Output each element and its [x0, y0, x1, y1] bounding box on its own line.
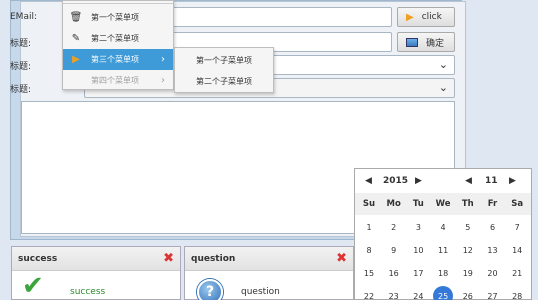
calendar-day[interactable]: 6	[481, 216, 505, 238]
success-message: success	[70, 287, 106, 297]
question-card-header: question ✖	[185, 247, 353, 271]
question-icon: ?	[197, 279, 223, 300]
menu-item-2[interactable]: ✎ 第二个菜单项	[63, 28, 173, 49]
menu-item-4[interactable]: 第四个菜单项 ›	[63, 70, 173, 91]
email-row: EMail:	[10, 7, 70, 27]
weekday-label: Sa	[511, 199, 524, 209]
success-card: success ✖ ✔ success	[11, 246, 181, 300]
weekday-label: Mo	[386, 199, 401, 209]
calendar-day[interactable]: 1	[357, 216, 381, 238]
checkmark-icon: ✔	[22, 271, 44, 300]
calendar-day[interactable]: 23	[382, 285, 406, 300]
play-icon: ▶	[406, 11, 414, 23]
menu-item-label: 第三个菜单项	[91, 55, 139, 64]
submenu: 第一个子菜单项 第二个子菜单项	[174, 47, 274, 93]
email-label: EMail:	[10, 12, 37, 22]
calendar-header: ◀ 2015 ▶ ◀ 11 ▶	[355, 169, 531, 193]
question-card-body: ? question	[185, 271, 353, 300]
confirm-button[interactable]: 确定	[397, 32, 455, 52]
weekday-label: Fr	[487, 199, 498, 209]
play-icon: ▶	[72, 54, 80, 65]
calendar-day[interactable]: 8	[357, 239, 381, 261]
title-label-2: 标题:	[10, 61, 32, 72]
submenu-item-2[interactable]: 第二个子菜单项	[175, 71, 273, 92]
weekday-label: Th	[461, 199, 474, 209]
success-card-body: ✔ success	[12, 271, 180, 300]
menu-item-1[interactable]: 🗑 第一个菜单项	[63, 7, 173, 28]
prev-year-icon[interactable]: ◀	[365, 176, 372, 186]
next-year-icon[interactable]: ▶	[415, 176, 422, 186]
title-label-1: 标题:	[10, 38, 32, 49]
chevron-right-icon: ›	[161, 54, 165, 65]
next-month-icon[interactable]: ▶	[509, 176, 516, 186]
close-icon[interactable]: ✖	[163, 251, 174, 266]
calendar-day[interactable]: 3	[406, 216, 430, 238]
calendar-day[interactable]: 18	[431, 262, 455, 284]
calendar-day[interactable]: 17	[406, 262, 430, 284]
calendar-day[interactable]: 20	[481, 262, 505, 284]
click-button-label: click	[421, 12, 442, 22]
weekday-label: Su	[362, 199, 376, 209]
confirm-button-label: 确定	[426, 38, 445, 49]
calendar-day[interactable]: 4	[431, 216, 455, 238]
calendar-day[interactable]: 22	[357, 285, 381, 300]
calendar-day[interactable]: 13	[481, 239, 505, 261]
menu-divider	[63, 3, 173, 4]
question-message: question	[241, 287, 280, 297]
calendar-weekday-row: Su Mo Tu We Th Fr Sa	[355, 193, 531, 215]
calendar-day[interactable]: 14	[505, 239, 529, 261]
success-card-title: success	[18, 253, 58, 264]
calendar-day[interactable]: 28	[505, 285, 529, 300]
calendar-day[interactable]: 10	[406, 239, 430, 261]
title-row-1: 标题:	[10, 32, 70, 52]
calendar: ◀ 2015 ▶ ◀ 11 ▶ Su Mo Tu We Th Fr Sa 123456789…	[354, 168, 532, 300]
calendar-day[interactable]: 24	[406, 285, 430, 300]
email-field[interactable]	[160, 7, 392, 27]
calendar-day[interactable]: 5	[456, 216, 480, 238]
calendar-day[interactable]: 12	[456, 239, 480, 261]
calendar-day[interactable]: 16	[382, 262, 406, 284]
chevron-down-icon: ⌄	[438, 81, 448, 94]
image-icon	[406, 37, 418, 47]
trash-icon: 🗑	[69, 12, 83, 23]
weekday-label: Tu	[412, 199, 424, 209]
calendar-day[interactable]: 15	[357, 262, 381, 284]
close-icon[interactable]: ✖	[336, 251, 347, 266]
title-row-3: 标题:	[10, 78, 70, 98]
title-row-2: 标题:	[10, 55, 70, 75]
menu-item-label: 第四个菜单项	[91, 76, 139, 85]
menu-item-label: 第一个菜单项	[91, 13, 139, 22]
chevron-right-icon: ›	[161, 75, 165, 86]
calendar-day[interactable]: 27	[481, 285, 505, 300]
context-menu: 🗑 第一个菜单项 ✎ 第二个菜单项 ▶ 第三个菜单项 › 第四个菜单项 ›	[62, 0, 174, 90]
calendar-day[interactable]: 9	[382, 239, 406, 261]
chevron-down-icon: ⌄	[438, 58, 448, 71]
menu-item-label: 第二个菜单项	[91, 34, 139, 43]
calendar-month[interactable]: 11	[485, 176, 498, 186]
question-card-title: question	[191, 253, 236, 264]
weekday-label: We	[435, 199, 451, 209]
title-label-3: 标题:	[10, 84, 32, 95]
edit-icon: ✎	[71, 33, 81, 44]
prev-month-icon[interactable]: ◀	[465, 176, 472, 186]
calendar-day[interactable]: 2	[382, 216, 406, 238]
question-card: question ✖ ? question	[184, 246, 354, 300]
calendar-day-selected[interactable]: 25	[431, 285, 455, 300]
calendar-day[interactable]: 7	[505, 216, 529, 238]
calendar-day[interactable]: 21	[505, 262, 529, 284]
success-card-header: success ✖	[12, 247, 180, 271]
calendar-day[interactable]: 26	[456, 285, 480, 300]
submenu-item-1[interactable]: 第一个子菜单项	[175, 50, 273, 71]
calendar-day[interactable]: 19	[456, 262, 480, 284]
calendar-day[interactable]: 11	[431, 239, 455, 261]
calendar-year[interactable]: 2015	[383, 176, 408, 186]
menu-item-3[interactable]: ▶ 第三个菜单项 ›	[63, 49, 173, 70]
click-button[interactable]: ▶ click	[397, 7, 455, 27]
